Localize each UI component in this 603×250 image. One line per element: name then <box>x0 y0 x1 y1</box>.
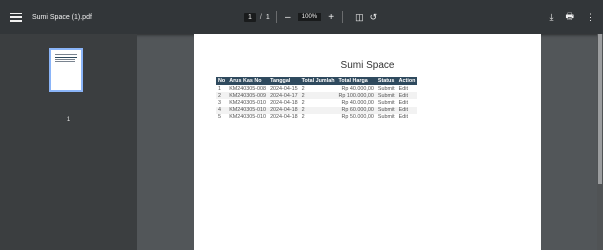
table-row: 5 KM240305-010 2024-04-18 2 Rp 50.000,00… <box>216 114 417 121</box>
table-cell: 1 <box>218 85 221 92</box>
zoom-out-button[interactable]: – <box>283 12 293 23</box>
table-cell: KM240305-010 <box>229 99 267 106</box>
table-cell: Rp 60.000,00 <box>336 106 376 114</box>
table-cell: Rp 100.000,00 <box>336 92 376 100</box>
thumbnail-line <box>55 57 77 58</box>
table-cell: 2 <box>299 106 337 114</box>
rotate-icon[interactable]: ↺ <box>370 12 378 23</box>
table-cell: 2024-04-18 <box>270 99 298 106</box>
column-header: No <box>216 77 228 85</box>
table-cell: 2024-04-15 <box>270 85 298 92</box>
table-cell: KM240305-010 <box>227 106 269 114</box>
table-cell: Edit <box>398 114 408 121</box>
table-cell: 2 <box>301 99 305 106</box>
table-cell: 2 <box>301 114 305 121</box>
table-row: 1 KM240305-008 2024-04-15 2 Rp 40.000,00… <box>216 85 417 92</box>
table-cell: 4 <box>216 106 228 114</box>
pdf-page: Sumi Space No Arus Kas No Tanggal Total … <box>194 34 541 250</box>
thumbnail-line <box>55 61 75 62</box>
column-header: Status <box>375 77 397 85</box>
table-cell: 3 <box>218 99 221 106</box>
table-cell: Edit <box>396 92 418 100</box>
menu-icon[interactable] <box>10 12 22 22</box>
page-thumbnail[interactable] <box>49 48 83 92</box>
download-icon[interactable]: ⤓ <box>550 12 554 23</box>
table-row: 4 KM240305-010 2024-04-18 2 Rp 60.000,00… <box>216 106 418 114</box>
zoom-in-button[interactable]: + <box>326 12 336 23</box>
column-header: Action <box>396 77 418 85</box>
table-cell: 2 <box>299 92 337 100</box>
table-cell: 2 <box>216 92 228 100</box>
toolbar-left: Sumi Space (1).pdf <box>10 0 92 34</box>
table-cell: KM240305-010 <box>229 114 267 121</box>
table-cell: KM240305-008 <box>229 85 267 92</box>
column-header: Tanggal <box>268 77 300 85</box>
column-header: Arus Kas No <box>227 77 269 85</box>
table-cell: 2024-04-17 <box>268 92 300 100</box>
page-total: 1 <box>265 13 270 21</box>
page-separator: / <box>259 13 262 21</box>
table-cell: Edit <box>398 99 408 106</box>
thumbnail-page-number: 1 <box>66 117 71 123</box>
report-table: No Arus Kas No Tanggal Total Jumlah Tota… <box>216 77 418 121</box>
table-cell: Edit <box>396 106 418 114</box>
pdf-toolbar: Sumi Space (1).pdf 1 / 1 – 100% + ◫ ↺ ⤓ … <box>0 0 603 34</box>
table-cell: Rp 50.000,00 <box>341 114 374 121</box>
zoom-level-input[interactable]: 100% <box>297 13 322 21</box>
table-cell: Rp 40.000,00 <box>341 85 374 92</box>
report-title: Sumi Space <box>340 60 395 71</box>
more-actions-icon[interactable]: ⋮ <box>586 12 595 23</box>
table-cell: Rp 40.000,00 <box>341 99 374 106</box>
page-number-input[interactable]: 1 <box>244 12 256 22</box>
thumbnail-line <box>55 54 77 55</box>
document-title: Sumi Space (1).pdf <box>32 13 92 21</box>
table-cell: Submit <box>377 85 395 92</box>
table-cell: 5 <box>218 114 221 121</box>
table-cell: Submit <box>375 106 397 114</box>
table-cell: 2024-04-18 <box>268 106 300 114</box>
scrollbar-thumb[interactable] <box>598 34 602 184</box>
table-cell: Edit <box>398 85 408 92</box>
column-header: Total Jumlah <box>299 77 337 85</box>
column-header: Total Harga <box>336 77 376 85</box>
print-icon[interactable]: 🖶 <box>566 9 575 25</box>
thumbnail-line <box>55 59 75 60</box>
fit-page-icon[interactable]: ◫ <box>355 12 364 23</box>
table-cell: Submit <box>377 99 395 106</box>
table-cell: KM240305-009 <box>227 92 269 100</box>
toolbar-center: 1 / 1 – 100% + ◫ ↺ <box>244 0 377 34</box>
thumbnail-sidebar: 1 <box>0 34 137 250</box>
table-cell: Submit <box>377 114 395 121</box>
toolbar-divider <box>342 11 344 23</box>
table-row: 3 KM240305-010 2024-04-18 2 Rp 40.000,00… <box>216 99 417 106</box>
table-cell: Submit <box>375 92 397 100</box>
toolbar-divider <box>275 11 277 23</box>
toolbar-right: ⤓ 🖶 ⋮ <box>538 0 595 34</box>
table-row: 2 KM240305-009 2024-04-17 2 Rp 100.000,0… <box>216 92 418 100</box>
table-header-row: No Arus Kas No Tanggal Total Jumlah Tota… <box>216 77 418 85</box>
table-cell: 2 <box>301 85 305 92</box>
table-cell: 2024-04-18 <box>270 114 298 121</box>
